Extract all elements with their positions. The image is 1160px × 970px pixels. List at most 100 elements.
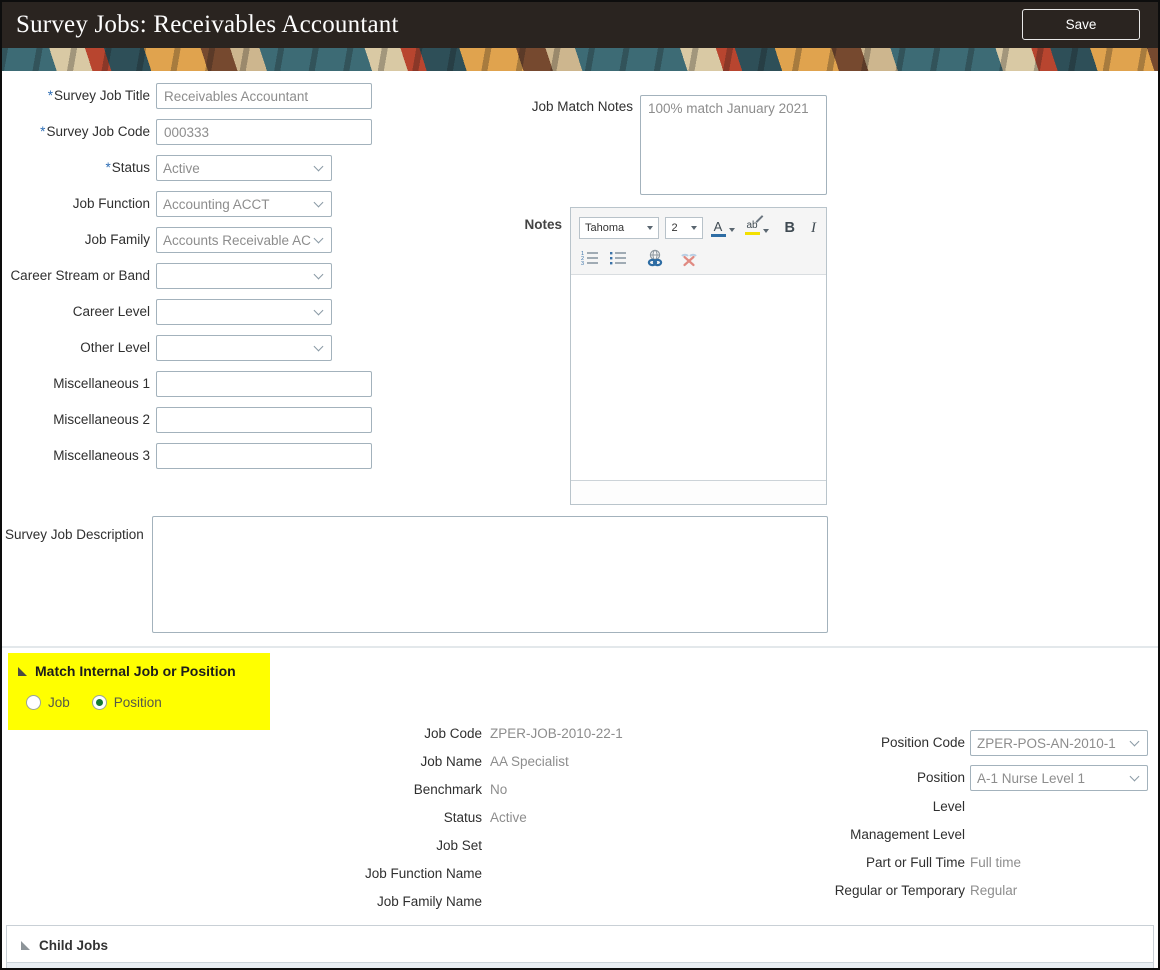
job-status-label: Status [443,810,482,825]
insert-link-button[interactable] [643,248,667,268]
child-jobs-table-header-strip [6,962,1154,968]
miscellaneous-2-input[interactable] [156,407,372,433]
notes-rich-text-editor: Tahoma 2 A ab B I 1 2 3 [570,207,827,505]
radio-job-circle [26,695,41,710]
survey-job-description-textarea[interactable] [152,516,828,633]
survey-job-title-input[interactable] [156,83,372,109]
radio-selected-dot [95,699,103,706]
caret-down-icon [762,229,769,233]
level-label: Level [932,799,965,814]
field-label-job-function: Job Function [72,196,150,211]
save-button[interactable]: Save [1022,9,1140,40]
career-stream-or-band-select[interactable] [156,263,332,289]
highlight-color-button[interactable]: ab [743,215,771,236]
collapse-triangle-icon [21,941,30,950]
ordered-list-icon: 1 2 3 [581,251,598,266]
radio-position-circle [91,695,107,710]
chevron-down-icon [313,161,324,172]
bold-button[interactable]: B [783,219,797,237]
field-label-other-level: Other Level [80,340,150,355]
chevron-down-icon [313,233,324,244]
job-family-name-label: Job Family Name [376,894,482,909]
field-label-miscellaneous-1: Miscellaneous 1 [53,376,150,391]
job-match-notes-textarea[interactable]: 100% match January 2021 [640,95,827,195]
radio-job[interactable]: Job [26,695,70,710]
bullet-list-icon [610,252,626,265]
rte-statusbar [571,480,826,504]
insert-link-icon [647,249,663,267]
child-jobs-title: Child Jobs [39,938,109,953]
chevron-down-icon [313,197,324,208]
field-label-career-stream-or-band: Career Stream or Band [10,268,150,283]
survey-jobs-page: Survey Jobs: Receivables Accountant Save… [0,0,1160,970]
career-level-select[interactable] [156,299,332,325]
position-select[interactable]: A-1 Nurse Level 1 [970,765,1148,791]
font-color-icon: A [710,220,726,237]
bullet-list-button[interactable] [607,249,629,267]
radio-position-label: Position [113,695,162,710]
other-level-select[interactable] [156,335,332,361]
section-divider [2,646,1158,648]
benchmark-label: Benchmark [413,782,482,797]
caret-down-icon [728,227,735,232]
caret-down-icon [690,226,697,230]
job-function-select[interactable]: Accounting ACCT [156,191,332,217]
field-label-status: *Status [105,160,150,175]
rte-toolbar: Tahoma 2 A ab B I 1 2 3 [571,208,826,275]
management-level-label: Management Level [850,827,965,842]
notes-label: Notes [524,217,562,232]
caret-down-icon [647,226,654,230]
regular-or-temporary-label: Regular or Temporary [834,883,965,898]
radio-job-label: Job [48,695,70,710]
match-section-title: Match Internal Job or Position [35,663,236,679]
chevron-down-icon [313,305,324,316]
part-or-full-time-value: Full time [970,855,1022,870]
decorative-banner [2,48,1158,71]
job-code-label: Job Code [424,726,482,741]
regular-or-temporary-value: Regular [970,883,1018,898]
font-color-button[interactable]: A [709,219,737,238]
job-status-value: Active [490,810,527,825]
field-label-miscellaneous-3: Miscellaneous 3 [53,448,150,463]
ordered-list-button[interactable]: 1 2 3 [579,249,601,267]
match-section-header[interactable]: Match Internal Job or Position [18,663,236,679]
font-family-select[interactable]: Tahoma [579,217,660,239]
job-set-label: Job Set [436,838,482,853]
job-family-select[interactable]: Accounts Receivable AC [156,227,332,253]
remove-link-button[interactable] [677,248,701,268]
position-code-select[interactable]: ZPER-POS-AN-2010-1 [970,730,1148,756]
field-label-survey-job-code: *Survey Job Code [40,124,150,139]
remove-link-icon [681,253,697,267]
position-label: Position [916,770,965,785]
chevron-down-icon [1129,771,1140,782]
font-size-select[interactable]: 2 [665,217,703,239]
match-radio-group: Job Position [26,695,162,710]
svg-text:3: 3 [581,261,584,266]
field-label-miscellaneous-2: Miscellaneous 2 [53,412,150,427]
part-or-full-time-label: Part or Full Time [865,855,965,870]
italic-button[interactable]: I [809,219,818,238]
page-header: Survey Jobs: Receivables Accountant Save [2,2,1158,48]
chevron-down-icon [313,341,324,352]
position-code-label: Position Code [880,735,965,750]
highlight-color-icon: ab [744,215,763,235]
required-asterisk: * [40,124,46,139]
survey-job-code-input[interactable] [156,119,372,145]
status-select[interactable]: Active [156,155,332,181]
job-match-notes-label: Job Match Notes [531,99,633,114]
job-function-name-label: Job Function Name [364,866,482,881]
chevron-down-icon [1129,736,1140,747]
miscellaneous-3-input[interactable] [156,443,372,469]
collapse-triangle-icon [18,666,27,676]
benchmark-value: No [490,782,508,797]
required-asterisk: * [47,88,53,103]
radio-position[interactable]: Position [91,695,162,710]
miscellaneous-1-input[interactable] [156,371,372,397]
notes-content-area[interactable] [571,275,826,480]
match-internal-job-or-position-section: Match Internal Job or Position Job Posit… [8,653,270,730]
child-jobs-header[interactable]: Child Jobs [21,938,108,953]
chevron-down-icon [313,269,324,280]
job-code-value: ZPER-JOB-2010-22-1 [490,726,623,741]
field-label-survey-job-title: *Survey Job Title [47,88,150,103]
job-name-value: AA Specialist [490,754,569,769]
